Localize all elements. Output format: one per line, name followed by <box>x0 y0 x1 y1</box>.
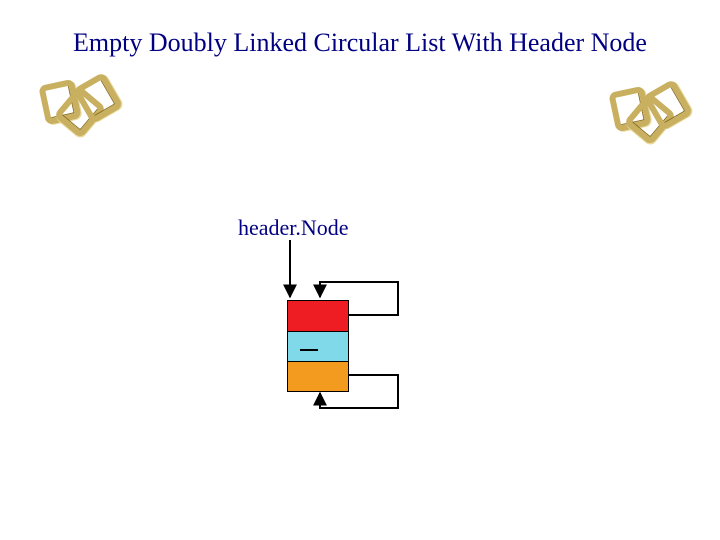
chain-links-icon <box>610 85 680 140</box>
node-prev-field <box>288 301 348 331</box>
header-node-label: header.Node <box>238 215 349 241</box>
slide-title: Empty Doubly Linked Circular List With H… <box>0 28 720 58</box>
chain-links-icon <box>40 78 110 133</box>
node-data-field <box>288 331 348 361</box>
header-node <box>287 300 349 392</box>
node-next-field <box>288 361 348 391</box>
